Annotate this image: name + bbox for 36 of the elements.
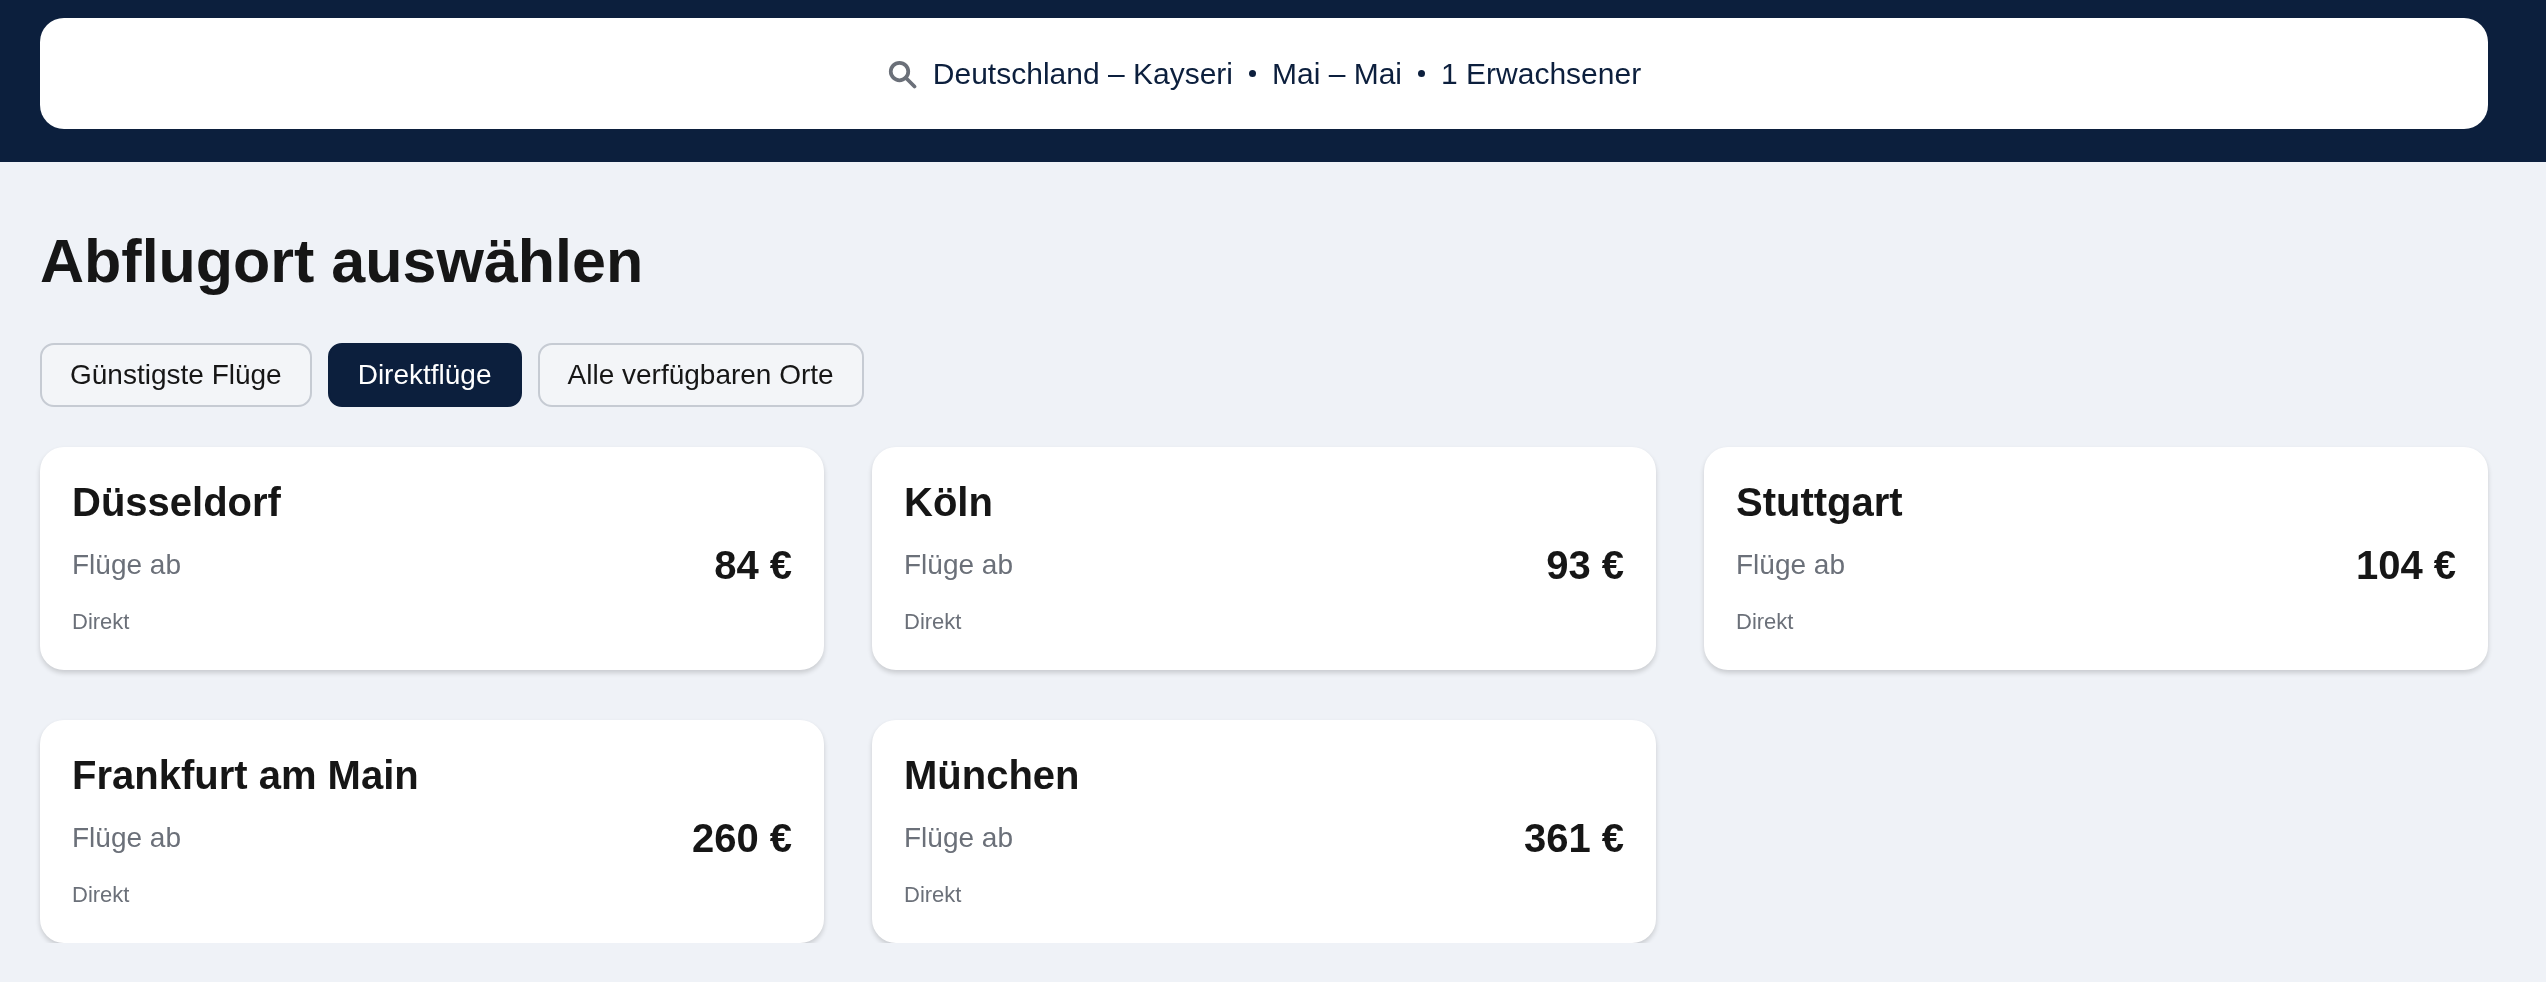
separator-dot-icon — [1418, 70, 1426, 77]
city-name: Köln — [904, 479, 994, 527]
flight-type-label: Direkt — [72, 881, 131, 910]
flights-from-label: Flüge ab — [1736, 548, 1845, 583]
travelers-text: 1 Erwachsener — [1441, 56, 1642, 92]
price-text: 361 € — [1523, 815, 1624, 863]
flight-type-label: Direkt — [904, 608, 963, 637]
destination-card[interactable]: Köln Flüge ab 93 € Direkt — [872, 447, 1656, 671]
flights-from-label: Flüge ab — [904, 821, 1013, 856]
filter-tab[interactable]: Direktflüge — [327, 343, 522, 408]
city-name: Düsseldorf — [72, 479, 282, 527]
price-text: 260 € — [691, 815, 792, 863]
separator-dot-icon — [1249, 70, 1256, 77]
page-heading: Abflugort auswählen — [40, 226, 645, 297]
route-text: Deutschland – Kayseri — [932, 56, 1233, 92]
filter-tab[interactable]: Alle verfügbaren Orte — [537, 343, 864, 408]
search-icon — [886, 58, 917, 89]
flights-from-label: Flüge ab — [72, 548, 181, 583]
flight-type-label: Direkt — [904, 881, 963, 910]
price-text: 84 € — [714, 542, 792, 590]
dates-text: Mai – Mai — [1272, 56, 1403, 92]
destination-card[interactable]: München Flüge ab 361 € Direkt — [872, 720, 1656, 944]
destination-card[interactable]: Düsseldorf Flüge ab 84 € Direkt — [40, 447, 824, 671]
flights-from-label: Flüge ab — [72, 821, 181, 856]
city-name: Stuttgart — [1736, 479, 1904, 527]
destination-card[interactable]: Frankfurt am Main Flüge ab 260 € Direkt — [40, 720, 824, 944]
price-text: 104 € — [2355, 542, 2456, 590]
city-name: München — [904, 752, 1081, 800]
flight-type-label: Direkt — [1736, 608, 1795, 637]
price-text: 93 € — [1546, 542, 1624, 590]
destination-card[interactable]: Stuttgart Flüge ab 104 € Direkt — [1704, 447, 2488, 671]
city-name: Frankfurt am Main — [72, 752, 420, 800]
filter-tab[interactable]: Günstigste Flüge — [40, 343, 312, 408]
flight-type-label: Direkt — [72, 608, 131, 637]
search-bar[interactable]: Deutschland – Kayseri Mai – Mai 1 Erwachsener — [40, 18, 2488, 129]
flights-from-label: Flüge ab — [904, 548, 1013, 583]
